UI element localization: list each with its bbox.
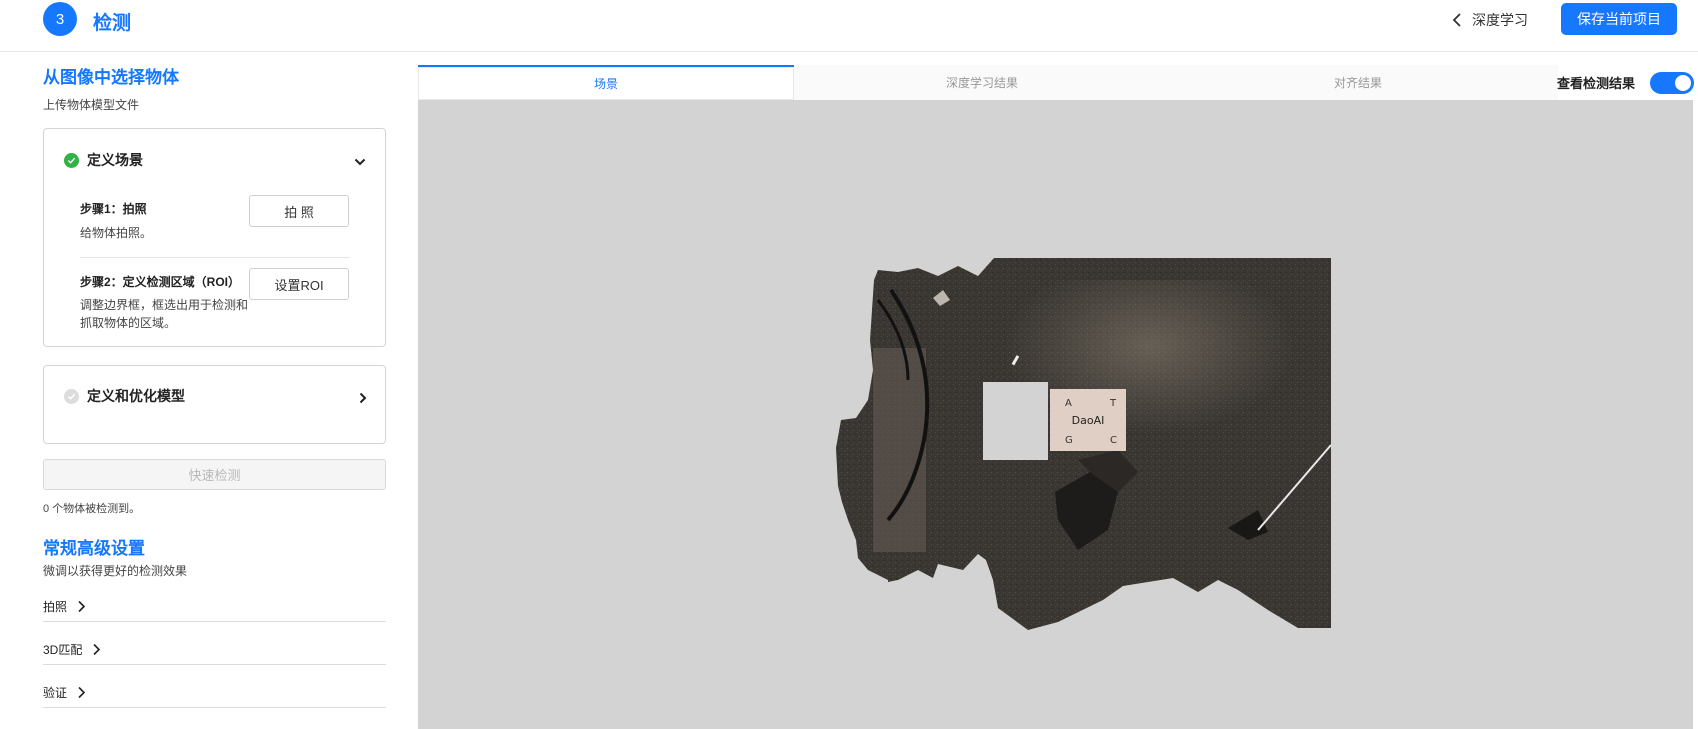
box-logo-text: DaoAI: [1072, 414, 1105, 427]
step1-title: 步骤1：拍照: [80, 202, 147, 216]
define-model-card[interactable]: 定义和优化模型: [43, 365, 386, 444]
left-panel: 从图像中选择物体 上传物体模型文件 定义场景 步骤1：拍照 给物体拍照。 拍 照…: [43, 52, 387, 729]
top-header: 3 检测 深度学习 保存当前项目: [0, 0, 1698, 52]
define-model-title: 定义和优化模型: [87, 388, 185, 404]
chevron-right-icon[interactable]: [357, 392, 369, 404]
box-corner-label-a: A: [1065, 398, 1072, 409]
advanced-item-validation[interactable]: 验证: [43, 678, 386, 708]
select-object-title: 从图像中选择物体: [43, 68, 179, 87]
save-project-button[interactable]: 保存当前项目: [1561, 3, 1677, 35]
point-cloud-render: A T G C DaoAI: [836, 258, 1332, 630]
set-roi-button[interactable]: 设置ROI: [249, 268, 349, 300]
step2-description: 调整边界框，框选出用于检测和抓取物体的区域。: [80, 298, 249, 330]
page-title: 检测: [93, 13, 132, 34]
define-scene-card: 定义场景 步骤1：拍照 给物体拍照。 拍 照 步骤2：定义检测区域（ROI） 调…: [43, 128, 386, 347]
define-scene-header[interactable]: 定义场景: [64, 150, 143, 170]
advanced-settings-title: 常规高级设置: [43, 539, 145, 558]
box-corner-label-t: T: [1109, 398, 1117, 409]
box-corner-label-g: G: [1065, 435, 1073, 446]
take-photo-button[interactable]: 拍 照: [249, 195, 349, 227]
back-to-deep-learning-link[interactable]: 深度学习: [1452, 10, 1528, 30]
chevron-right-icon: [78, 600, 86, 613]
advanced-item-label: 验证: [43, 686, 68, 700]
box-corner-label-c: C: [1110, 435, 1117, 446]
tab-deep-learning-results[interactable]: 深度学习结果: [794, 65, 1170, 100]
detect-count-text: 0 个物体被检测到。: [43, 503, 141, 515]
show-results-label: 查看检测结果: [1557, 76, 1636, 91]
define-scene-title: 定义场景: [87, 152, 143, 168]
define-model-header[interactable]: 定义和优化模型: [64, 386, 185, 406]
tab-scene[interactable]: 场景: [418, 65, 794, 100]
chevron-right-icon: [93, 643, 101, 656]
chevron-right-icon: [78, 686, 86, 699]
advanced-item-3d-matching[interactable]: 3D匹配: [43, 635, 386, 665]
scene-viewport[interactable]: A T G C DaoAI: [418, 100, 1693, 729]
cavity-region: [983, 382, 1048, 460]
advanced-item-label: 3D匹配: [43, 643, 83, 657]
divider: [80, 257, 350, 258]
quick-detect-button[interactable]: 快速检测: [43, 459, 386, 490]
advanced-item-3d-matching-toggle[interactable]: 3D匹配: [43, 641, 101, 658]
advanced-item-photo-toggle[interactable]: 拍照: [43, 598, 86, 615]
step1-description: 给物体拍照。: [80, 226, 153, 240]
advanced-settings-subtitle: 微调以获得更好的检测效果: [43, 564, 188, 578]
view-tabs: 场景 深度学习结果 对齐结果: [418, 65, 1558, 100]
show-results-toggle[interactable]: [1650, 72, 1694, 94]
step-number-badge: 3: [43, 2, 77, 36]
advanced-item-validation-toggle[interactable]: 验证: [43, 684, 86, 701]
tab-alignment-results[interactable]: 对齐结果: [1170, 65, 1546, 100]
check-circle-icon: [64, 152, 79, 168]
back-link-label: 深度学习: [1472, 12, 1528, 28]
advanced-item-label: 拍照: [43, 600, 68, 614]
select-object-subtitle: 上传物体模型文件: [43, 98, 140, 112]
chevron-left-icon: [1452, 13, 1461, 27]
step2-title: 步骤2：定义检测区域（ROI）: [80, 275, 241, 289]
chevron-down-icon[interactable]: [354, 156, 366, 168]
advanced-item-photo[interactable]: 拍照: [43, 592, 386, 622]
check-circle-icon: [64, 388, 79, 404]
